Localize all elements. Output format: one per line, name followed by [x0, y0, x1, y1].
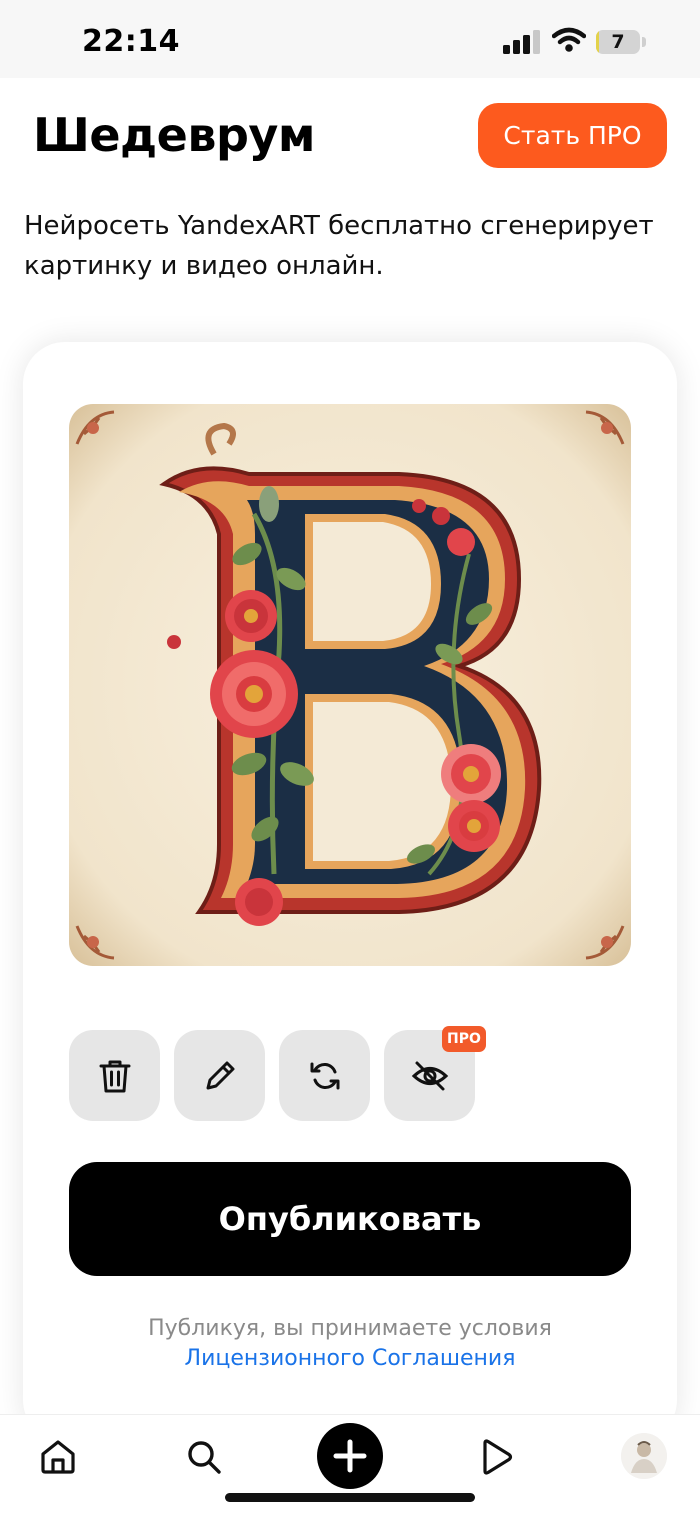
eye-off-icon	[411, 1061, 448, 1090]
delete-button[interactable]	[69, 1030, 160, 1121]
home-icon	[41, 1440, 75, 1474]
terms-text: Публикуя, вы принимаете условия	[148, 1316, 552, 1341]
cellular-signal-icon	[503, 30, 540, 54]
refresh-icon	[310, 1062, 339, 1089]
battery-icon: 7	[596, 30, 640, 54]
license-agreement-link[interactable]: Лицензионного Соглашения	[23, 1346, 677, 1371]
publish-button[interactable]: Опубликовать	[69, 1162, 631, 1276]
plus-icon	[333, 1439, 367, 1473]
search-icon	[188, 1441, 221, 1474]
edit-button[interactable]	[174, 1030, 265, 1121]
profile-avatar-image	[621, 1433, 667, 1479]
play-icon	[483, 1439, 513, 1475]
home-indicator	[225, 1493, 475, 1502]
nav-videos[interactable]	[476, 1437, 516, 1477]
become-pro-button[interactable]: Стать ПРО	[478, 103, 667, 168]
app-title: Шедеврум	[33, 108, 316, 162]
pencil-icon	[206, 1061, 234, 1089]
create-button[interactable]	[317, 1423, 383, 1489]
trash-icon	[99, 1060, 130, 1092]
battery-tip	[642, 37, 646, 47]
illuminated-letter-artwork	[69, 404, 631, 966]
nav-home[interactable]	[38, 1437, 78, 1477]
status-bar: 22:14 7	[0, 0, 700, 78]
avatar[interactable]	[621, 1433, 667, 1479]
generated-image[interactable]	[69, 404, 631, 966]
status-time: 22:14	[82, 24, 180, 59]
page-subtitle: Нейросеть YandexART бесплатно сгенерируе…	[24, 211, 654, 281]
regenerate-button[interactable]	[279, 1030, 370, 1121]
pro-badge: ПРО	[442, 1026, 486, 1052]
wifi-icon	[552, 27, 586, 52]
battery-level-text: 7	[611, 31, 625, 53]
generation-card: ПРО Опубликовать Публикуя, вы принимаете…	[23, 342, 677, 1442]
nav-search[interactable]	[184, 1437, 224, 1477]
